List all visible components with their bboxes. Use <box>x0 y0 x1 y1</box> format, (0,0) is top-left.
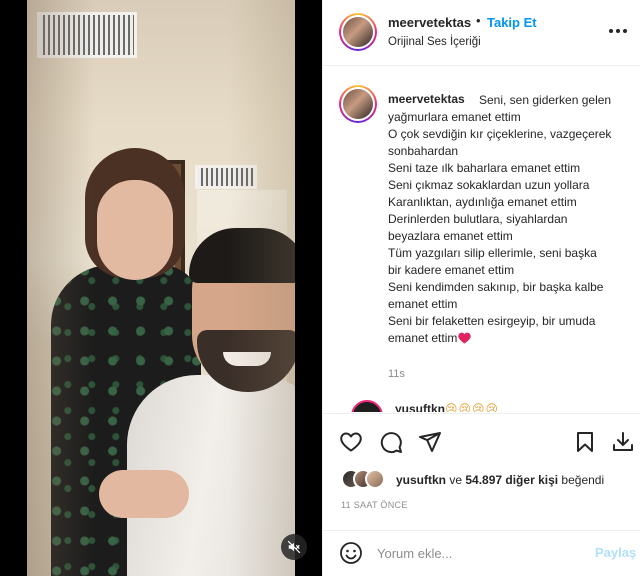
more-options-button[interactable] <box>609 26 629 36</box>
caption-line: Seni, sen giderken gelen <box>479 93 612 107</box>
author-avatar[interactable] <box>339 13 377 51</box>
caption-text: Seni, sen giderken gelen yağmurlara eman… <box>388 92 638 347</box>
download-icon[interactable] <box>611 430 635 454</box>
bookmark-icon[interactable] <box>573 430 597 454</box>
likes-suffix: beğendi <box>558 473 605 487</box>
dot-icon <box>616 29 620 33</box>
likes-text[interactable]: yusuftkn ve 54.897 diğer kişi beğendi <box>396 473 604 487</box>
liker-avatar[interactable] <box>365 469 385 489</box>
speaker-muted-icon <box>287 540 301 554</box>
comment-icon[interactable] <box>379 430 403 454</box>
commenter-avatar[interactable] <box>351 400 383 412</box>
vignette <box>27 0 295 576</box>
comment-form: Paylaş <box>323 530 640 576</box>
caption-line: Derinlerden bulutlara, siyahlardan <box>388 212 568 226</box>
dot-icon <box>623 29 627 33</box>
header-separator: • <box>476 13 481 28</box>
dot-icon <box>609 29 613 33</box>
caption-line: Seni bir felaketten esirgeyip, bir umuda <box>388 314 596 328</box>
caption-line: bir kadere emanet ettim <box>388 263 515 277</box>
caption-line: sonbahardan <box>388 144 459 158</box>
caption-line: yağmurlara emanet ettim <box>388 110 521 124</box>
post-sidebar: meervetektas • Takip Et Orijinal Ses İçe… <box>322 0 640 576</box>
comment-emojis: 😢😢😢😢 <box>445 402 500 412</box>
caption-line: beyazlara emanet ettim <box>388 229 513 243</box>
author-username[interactable]: meervetektas <box>388 15 471 30</box>
caption-section: meervetektas Seni, sen giderken gelen ya… <box>323 67 640 407</box>
comment-preview: yusuftkn 😢😢😢😢 <box>337 400 637 412</box>
post-comment-button[interactable]: Paylaş <box>595 545 636 560</box>
caption-line: emanet ettim <box>388 297 458 311</box>
caption-line-text: emanet ettim <box>388 331 458 345</box>
caption-line: Seni çıkmaz sokaklardan uzun yollara <box>388 178 590 192</box>
caption-last-line: emanet ettim <box>388 330 638 347</box>
action-bar: yusuftkn ve 54.897 diğer kişi beğendi 11… <box>323 413 640 533</box>
caption-time[interactable]: 11s <box>388 368 405 380</box>
likes-count[interactable]: 54.897 diğer kişi <box>465 473 558 487</box>
caption-line: Karanlıktan, aydınlığa emanet ettim <box>388 195 577 209</box>
caption-line: Tüm yazgıları silip ellerimle, seni başk… <box>388 246 597 260</box>
red-heart-icon <box>458 332 472 344</box>
heart-outline-icon[interactable] <box>339 430 363 454</box>
caption-line: O çok sevdiğin kır çiçeklerine, vazgeçer… <box>388 127 612 141</box>
likes-summary: yusuftkn ve 54.897 diğer kişi beğendi <box>341 468 640 492</box>
likes-connector: ve <box>446 473 466 487</box>
commenter-username[interactable]: yusuftkn <box>395 402 445 412</box>
follow-button[interactable]: Takip Et <box>487 15 537 30</box>
video-frame[interactable] <box>27 0 295 576</box>
comment-input[interactable] <box>377 540 577 566</box>
caption-line: Seni taze ılk baharlara emanet ettim <box>388 161 581 175</box>
video-player[interactable] <box>0 0 322 576</box>
audio-label[interactable]: Orijinal Ses İçeriği <box>388 36 481 48</box>
send-icon[interactable] <box>418 430 442 454</box>
post-timestamp[interactable]: 11 SAAT ÖNCE <box>341 500 408 510</box>
caption-avatar[interactable] <box>339 85 377 123</box>
caption-line: Seni kendimden sakınıp, bir başka kalbe <box>388 280 604 294</box>
post-header: meervetektas • Takip Et Orijinal Ses İçe… <box>323 0 640 66</box>
emoji-icon[interactable] <box>339 541 363 565</box>
mute-button[interactable] <box>281 534 307 560</box>
liker-username[interactable]: yusuftkn <box>396 473 446 487</box>
